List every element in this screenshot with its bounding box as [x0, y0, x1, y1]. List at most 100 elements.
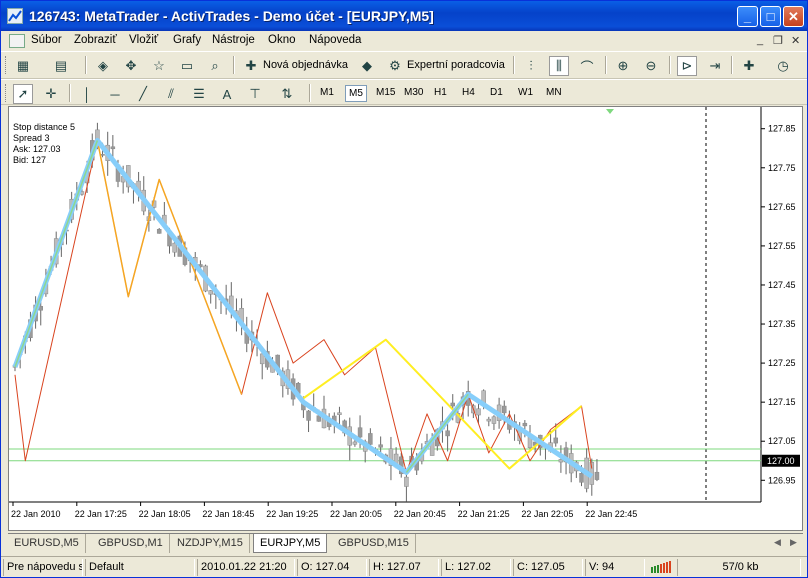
- expert-advisors-icon[interactable]: ⚙: [385, 56, 405, 76]
- candle-body: [404, 476, 409, 487]
- status-volume: V: 94: [585, 559, 645, 576]
- candle-body: [476, 408, 481, 416]
- price-label: 127.85: [768, 124, 796, 134]
- arrows-icon[interactable]: ⇅: [277, 84, 297, 104]
- timeframe-h1[interactable]: H1: [431, 85, 450, 102]
- menu-charts[interactable]: Grafy: [173, 34, 201, 46]
- menu-file[interactable]: Súbor: [31, 34, 62, 46]
- status-help: Pre nápovedu s: [3, 559, 83, 576]
- chart-area[interactable]: 127.85 127.75 127.65 127.55 127.45 127.35 127.…: [8, 106, 803, 531]
- timeframe-h4[interactable]: H4: [459, 85, 478, 102]
- vertical-line-icon[interactable]: │: [77, 84, 97, 104]
- info-spread: Spread 3: [13, 133, 50, 143]
- candle-body: [156, 229, 162, 234]
- trendline-icon[interactable]: ╱: [133, 84, 153, 104]
- horizontal-line-icon[interactable]: ─: [105, 84, 125, 104]
- navigator-icon[interactable]: ✥: [121, 56, 141, 76]
- menu-tools[interactable]: Nástroje: [212, 34, 255, 46]
- chart-shift-icon[interactable]: ⇥: [705, 56, 725, 76]
- toolbar-separator: [85, 56, 87, 74]
- indicators-icon[interactable]: ✚: [739, 56, 759, 76]
- menu-view[interactable]: Zobraziť: [74, 34, 117, 46]
- close-button[interactable]: ✕: [783, 6, 804, 27]
- candle-body: [368, 433, 373, 445]
- candle-body: [486, 418, 492, 422]
- fibonacci-icon[interactable]: ☰: [189, 84, 209, 104]
- mdi-close-icon[interactable]: ✕: [791, 34, 800, 47]
- candle-body: [445, 430, 450, 437]
- menu-help[interactable]: Nápoveda: [309, 34, 361, 46]
- drawing-toolbar: ➚ ✛ │ ─ ╱ ⫽ ☰ A ⊤ ⇅ M1 M5 M15 M30 H1 H4 …: [1, 79, 807, 105]
- tab-eurusd-m5[interactable]: EURUSD,M5: [8, 534, 86, 553]
- alert-icon[interactable]: ◆: [357, 56, 377, 76]
- market-watch-icon[interactable]: ◈: [93, 56, 113, 76]
- price-label: 127.05: [768, 436, 796, 446]
- menu-insert[interactable]: Vložiť: [129, 34, 158, 46]
- candle-body: [558, 459, 564, 463]
- minimize-button[interactable]: _: [737, 6, 758, 27]
- new-chart-icon[interactable]: ▦: [13, 56, 33, 76]
- price-label: 127.55: [768, 241, 796, 251]
- toolbar-separator: [731, 56, 733, 74]
- candle-body: [579, 473, 584, 483]
- zoom-in-icon[interactable]: ⊕: [613, 56, 633, 76]
- timeframe-m1[interactable]: M1: [317, 85, 337, 102]
- price-chart[interactable]: 127.85 127.75 127.65 127.55 127.45 127.35 127.…: [9, 107, 804, 532]
- toolbar-separator: [669, 56, 671, 74]
- periods-icon[interactable]: ◷: [773, 56, 793, 76]
- standard-toolbar: ▦ ▤ ◈ ✥ ☆ ▭ ⌕ ✚ Nová objednávka ◆ ⚙ Expe…: [1, 51, 807, 79]
- price-label: 127.15: [768, 397, 796, 407]
- time-label: 22 Jan 20:05: [330, 509, 382, 519]
- tab-scroll-left-icon[interactable]: ◀: [774, 537, 781, 548]
- candlestick-icon[interactable]: ⫼: [549, 56, 569, 76]
- new-order-button[interactable]: Nová objednávka: [263, 59, 348, 71]
- equidistant-channel-icon[interactable]: ⫽: [161, 84, 181, 104]
- text-label-icon[interactable]: ⊤: [245, 84, 265, 104]
- candle-body: [352, 441, 358, 445]
- timeframe-m15[interactable]: M15: [373, 85, 398, 102]
- auto-scroll-icon[interactable]: ⊳: [677, 56, 697, 76]
- time-label: 22 Jan 2010: [11, 509, 61, 519]
- marker-arrow-icon: [606, 109, 614, 114]
- mdi-restore-icon[interactable]: ❐: [773, 34, 783, 47]
- zigzag-red-line: [14, 139, 593, 473]
- cursor-icon[interactable]: ➚: [13, 84, 33, 104]
- status-datetime: 2010.01.22 21:20: [197, 559, 295, 576]
- menu-window[interactable]: Okno: [268, 34, 296, 46]
- bar-chart-icon[interactable]: ⫶: [521, 56, 541, 76]
- tab-scroll-right-icon[interactable]: ▶: [790, 537, 797, 548]
- current-price-label: 127.00: [767, 456, 795, 466]
- candle-body: [100, 154, 105, 156]
- favorites-icon[interactable]: ☆: [149, 56, 169, 76]
- maximize-button[interactable]: □: [760, 6, 781, 27]
- price-label: 127.65: [768, 202, 796, 212]
- text-tool-icon[interactable]: A: [217, 84, 237, 104]
- candle-body: [553, 437, 558, 444]
- tab-nzdjpy-m15[interactable]: NZDJPY,M15: [171, 534, 250, 553]
- tab-gbpusd-m15[interactable]: GBPUSD,M15: [332, 534, 416, 553]
- app-window: 126743: MetaTrader - ActivTrades - Demo …: [0, 0, 808, 578]
- timeframe-d1[interactable]: D1: [487, 85, 506, 102]
- toolbar-separator: [605, 56, 607, 74]
- line-chart-icon[interactable]: ⌒: [577, 56, 597, 76]
- toolbar-separator: [513, 56, 515, 74]
- toolbar-grip[interactable]: [5, 56, 8, 74]
- strategy-tester-icon[interactable]: ⌕: [205, 56, 225, 76]
- time-label: 22 Jan 20:45: [394, 509, 446, 519]
- timeframe-w1[interactable]: W1: [515, 85, 536, 102]
- timeframe-m5[interactable]: M5: [345, 85, 367, 102]
- tab-eurjpy-m5[interactable]: EURJPY,M5: [253, 534, 328, 553]
- time-label: 22 Jan 18:45: [202, 509, 254, 519]
- timeframe-mn[interactable]: MN: [543, 85, 565, 102]
- chart-window-icon[interactable]: [9, 34, 25, 48]
- terminal-icon[interactable]: ▭: [177, 56, 197, 76]
- mdi-minimize-icon[interactable]: _: [757, 34, 763, 46]
- zoom-out-icon[interactable]: ⊖: [641, 56, 661, 76]
- profiles-icon[interactable]: ▤: [51, 56, 71, 76]
- crosshair-icon[interactable]: ✛: [41, 84, 61, 104]
- expert-advisors-button[interactable]: Expertní poradcovia: [407, 59, 505, 71]
- tab-gbpusd-m1[interactable]: GBPUSD,M1: [92, 534, 170, 553]
- toolbar-grip[interactable]: [5, 84, 8, 102]
- timeframe-m30[interactable]: M30: [401, 85, 426, 102]
- new-order-icon[interactable]: ✚: [241, 56, 261, 76]
